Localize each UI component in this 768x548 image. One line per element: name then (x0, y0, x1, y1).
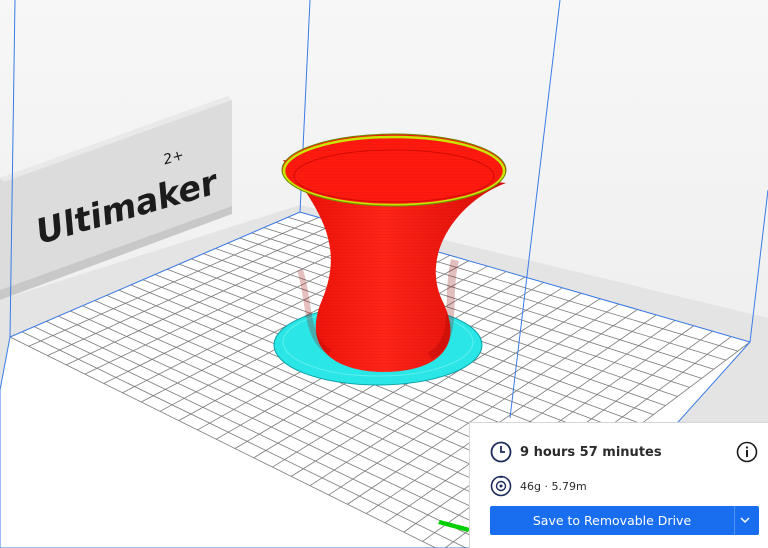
button-divider (734, 506, 735, 535)
print-info-panel: 9 hours 57 minutes 46g · 5.79m Save to R… (469, 422, 768, 548)
material-row: 46g · 5.79m (490, 475, 587, 497)
print-time-row: 9 hours 57 minutes (490, 441, 662, 463)
material-usage: 46g · 5.79m (520, 479, 587, 493)
spool-icon (490, 475, 512, 497)
save-button-label: Save to Removable Drive (532, 513, 692, 528)
info-icon[interactable] (736, 441, 758, 463)
chevron-down-icon[interactable] (740, 515, 750, 525)
clock-icon (490, 441, 512, 463)
print-time: 9 hours 57 minutes (520, 444, 662, 460)
save-to-removable-drive-button[interactable]: Save to Removable Drive (490, 506, 759, 535)
